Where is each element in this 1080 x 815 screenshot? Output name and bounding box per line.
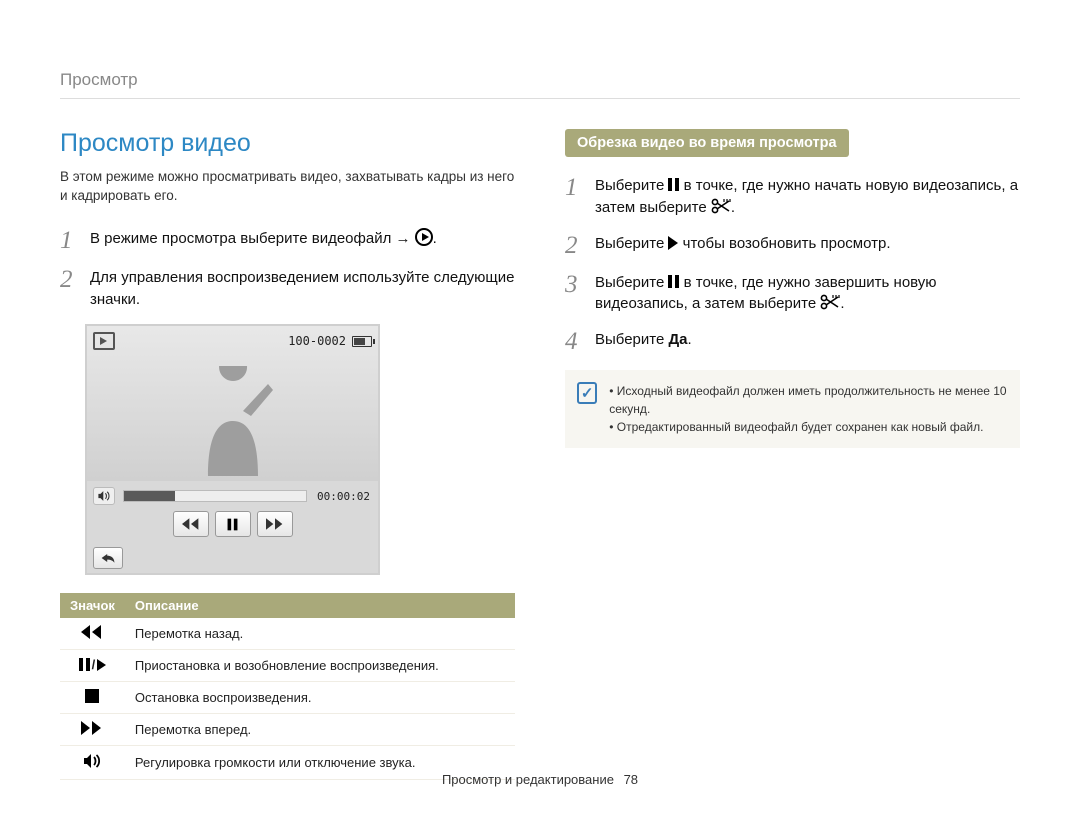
col-icon-header: Значок (60, 593, 125, 618)
player-screen: 100-0002 (87, 326, 378, 481)
play-icon (415, 228, 433, 246)
note-item: Исходный видеофайл должен иметь продолжи… (609, 382, 1008, 418)
back-bar (87, 543, 378, 573)
rewind-icon (81, 627, 103, 642)
playback-mode-icon (93, 332, 115, 350)
silhouette-image (173, 366, 293, 481)
step-text: Выберите Да. (595, 329, 692, 354)
rewind-button[interactable] (173, 511, 209, 537)
icon-table: Значок Описание Перемотка назад. / (60, 593, 515, 780)
table-row: Перемотка назад. (60, 618, 515, 650)
step-2: 2 Для управления воспроизведением исполь… (60, 267, 515, 311)
note-icon: ✓ (577, 382, 597, 404)
manual-page: Просмотр Просмотр видео В этом режиме мо… (0, 0, 1080, 815)
fast-forward-icon (81, 723, 103, 738)
table-row: Остановка воспроизведения. (60, 682, 515, 714)
footer-section: Просмотр и редактирование (442, 772, 614, 787)
row-desc: Перемотка вперед. (125, 714, 515, 746)
note-list: Исходный видеофайл должен иметь продолжи… (609, 382, 1008, 436)
player-topbar: 100-0002 (93, 332, 372, 350)
pause-icon (668, 178, 679, 191)
pause-play-icon: / (79, 657, 107, 672)
left-column: Просмотр видео В этом режиме можно просм… (60, 129, 515, 780)
page-footer: Просмотр и редактирование 78 (0, 772, 1080, 787)
step-text: Выберите в точке, где нужно начать новую… (595, 175, 1020, 219)
content-columns: Просмотр видео В этом режиме можно просм… (60, 129, 1020, 780)
play-triangle-icon (668, 236, 678, 250)
col-desc-header: Описание (125, 593, 515, 618)
note-box: ✓ Исходный видеофайл должен иметь продол… (565, 370, 1020, 448)
step1-text: В режиме просмотра выберите видеофайл → (90, 230, 415, 247)
step-text: Выберите в точке, где нужно завершить но… (595, 272, 1020, 316)
row-desc: Остановка воспроизведения. (125, 682, 515, 714)
trim-step-4: 4 Выберите Да. (565, 329, 1020, 354)
step-number: 2 (565, 233, 583, 258)
section-title: Просмотр видео (60, 129, 515, 158)
fast-forward-button[interactable] (257, 511, 293, 537)
time-display: 00:00:02 (315, 490, 372, 503)
step-number: 1 (60, 228, 78, 253)
row-desc: Приостановка и возобновление воспроизвед… (125, 650, 515, 682)
intro-text: В этом режиме можно просматривать видео,… (60, 168, 515, 206)
step-1: 1 В режиме просмотра выберите видеофайл … (60, 228, 515, 253)
transport-buttons (93, 511, 372, 537)
volume-icon (82, 757, 102, 772)
step-number: 3 (565, 272, 583, 316)
table-row: Перемотка вперед. (60, 714, 515, 746)
trim-step-3: 3 Выберите в точке, где нужно завершить … (565, 272, 1020, 316)
scissors-icon (820, 294, 840, 310)
back-button[interactable] (93, 547, 123, 569)
trim-step-2: 2 Выберите чтобы возобновить просмотр. (565, 233, 1020, 258)
volume-button[interactable] (93, 487, 115, 505)
step-text: Выберите чтобы возобновить просмотр. (595, 233, 891, 258)
table-row: / Приостановка и возобновление воспроизв… (60, 650, 515, 682)
page-number: 78 (624, 772, 638, 787)
file-counter: 100-0002 (288, 334, 346, 348)
step-number: 2 (60, 267, 78, 311)
topbar-right: 100-0002 (288, 334, 372, 348)
battery-icon (352, 336, 372, 347)
scissors-icon (711, 198, 731, 214)
breadcrumb: Просмотр (60, 70, 1020, 99)
right-column: Обрезка видео во время просмотра 1 Выбер… (565, 129, 1020, 780)
step-text: В режиме просмотра выберите видеофайл → … (90, 228, 437, 253)
sub-heading: Обрезка видео во время просмотра (565, 129, 849, 157)
pause-icon (668, 275, 679, 288)
note-item: Отредактированный видеофайл будет сохран… (609, 418, 1008, 436)
video-player-mock: 100-0002 00:00:02 (85, 324, 380, 575)
step-number: 4 (565, 329, 583, 354)
trim-step-1: 1 Выберите в точке, где нужно начать нов… (565, 175, 1020, 219)
progress-bar[interactable] (123, 490, 307, 502)
pause-button[interactable] (215, 511, 251, 537)
stop-icon (85, 689, 99, 703)
step-text: Для управления воспроизведением использу… (90, 267, 515, 311)
progress-row: 00:00:02 (93, 487, 372, 505)
row-desc: Перемотка назад. (125, 618, 515, 650)
player-controls: 00:00:02 (87, 481, 378, 543)
yes-label: Да (668, 331, 687, 348)
step-number: 1 (565, 175, 583, 219)
